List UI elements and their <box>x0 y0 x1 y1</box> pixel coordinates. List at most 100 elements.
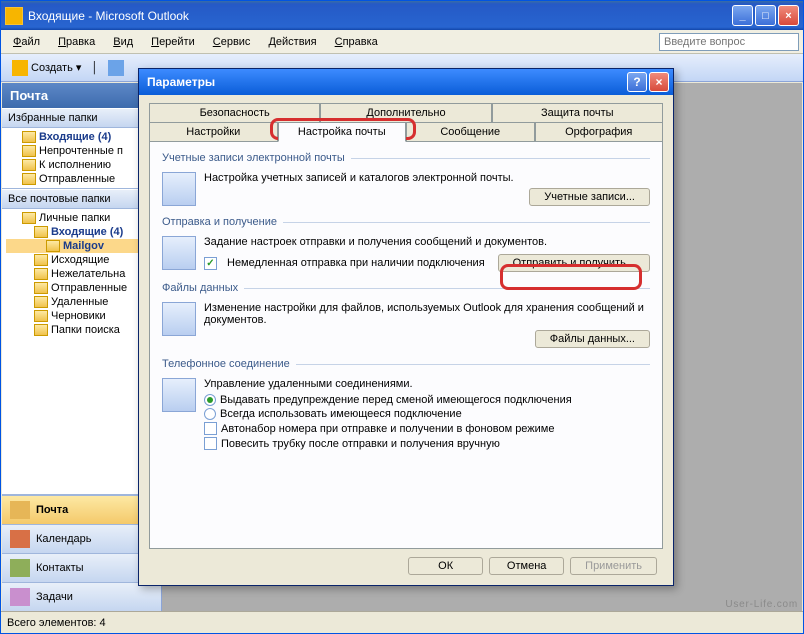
tab-advanced[interactable]: Дополнительно <box>320 103 491 123</box>
group-dialup: Телефонное соединение Управление удаленн… <box>162 358 650 452</box>
hangup-checkbox[interactable] <box>204 437 217 450</box>
folder-sent[interactable]: Отправленные <box>6 281 157 295</box>
folder-sent-fav[interactable]: Отправленные <box>6 172 157 186</box>
tasks-icon <box>10 588 30 606</box>
nav-tasks-button[interactable]: Задачи <box>2 582 161 611</box>
folder-drafts[interactable]: Черновики <box>6 309 157 323</box>
tab-security[interactable]: Безопасность <box>149 103 320 123</box>
folder-icon <box>22 212 36 224</box>
warn-switch-radio[interactable] <box>204 394 216 406</box>
dialog-titlebar[interactable]: Параметры ? × <box>139 69 673 95</box>
folder-search[interactable]: Папки поиска <box>6 323 157 337</box>
dialog-help-button[interactable]: ? <box>627 72 647 92</box>
accounts-icon <box>162 172 196 206</box>
autodial-checkbox[interactable] <box>204 422 217 435</box>
contacts-icon <box>10 559 30 577</box>
folder-outbox[interactable]: Исходящие <box>6 253 157 267</box>
menu-tools[interactable]: Сервис <box>205 33 259 51</box>
toolbar-print-button[interactable] <box>101 57 131 79</box>
cancel-button[interactable]: Отмена <box>489 557 564 575</box>
minimize-button[interactable]: _ <box>732 5 753 26</box>
folder-unread[interactable]: Непрочтенные п <box>6 144 157 158</box>
folder-icon <box>34 324 48 336</box>
sendrecv-description: Задание настроек отправки и получения со… <box>204 236 650 248</box>
titlebar[interactable]: Входящие - Microsoft Outlook _ □ × <box>1 1 803 30</box>
toolbar-create-button[interactable]: Создать ▾ <box>5 57 88 79</box>
immediate-send-label: Немедленная отправка при наличии подключ… <box>227 257 488 269</box>
sendrecv-icon <box>162 236 196 270</box>
folder-inbox[interactable]: Входящие (4) <box>6 225 157 239</box>
print-icon <box>108 60 124 76</box>
ask-question-box[interactable] <box>659 33 799 51</box>
tab-spelling[interactable]: Орфография <box>535 122 664 142</box>
folder-icon <box>34 282 48 294</box>
folder-icon <box>34 310 48 322</box>
folder-icon <box>34 254 48 266</box>
status-item-count: Всего элементов: 4 <box>7 617 106 629</box>
tabs-row-top: Безопасность Дополнительно Защита почты <box>149 103 663 123</box>
group-send-receive: Отправка и получение Задание настроек от… <box>162 216 650 272</box>
new-mail-icon <box>12 60 28 76</box>
immediate-send-checkbox[interactable]: ✓ <box>204 257 217 270</box>
window-title: Входящие - Microsoft Outlook <box>28 9 732 23</box>
tab-mail-protection[interactable]: Защита почты <box>492 103 663 123</box>
folder-inbox-fav[interactable]: Входящие (4) <box>6 130 157 144</box>
dialup-icon <box>162 378 196 412</box>
folder-followup[interactable]: К исполнению <box>6 158 157 172</box>
folder-personal[interactable]: Личные папки <box>6 211 157 225</box>
menu-edit[interactable]: Правка <box>50 33 103 51</box>
folder-icon <box>34 226 48 238</box>
folder-icon <box>22 159 36 171</box>
email-accounts-button[interactable]: Учетные записи... <box>529 188 650 206</box>
folder-junk[interactable]: Нежелательна <box>6 267 157 281</box>
accounts-description: Настройка учетных записей и каталогов эл… <box>204 172 650 184</box>
tabs-row-bottom: Настройки Настройка почты Сообщение Орфо… <box>149 122 663 142</box>
folder-icon <box>34 296 48 308</box>
ok-button[interactable]: ОК <box>408 557 483 575</box>
dialog-close-button[interactable]: × <box>649 72 669 92</box>
menu-view[interactable]: Вид <box>105 33 141 51</box>
maximize-button[interactable]: □ <box>755 5 776 26</box>
toolbar-separator: │ <box>91 62 98 74</box>
menu-file[interactable]: Файл <box>5 33 48 51</box>
folder-icon <box>34 268 48 280</box>
group-title-sendrecv: Отправка и получение <box>162 216 650 230</box>
always-use-label: Всегда использовать имеющееся подключени… <box>220 408 462 420</box>
watermark: User-Life.com <box>725 599 798 610</box>
folder-icon <box>46 240 60 252</box>
dialog-buttons: ОК Отмена Применить <box>149 549 663 585</box>
tab-mail-setup[interactable]: Настройка почты <box>278 122 407 142</box>
send-receive-button[interactable]: Отправить и получить... <box>498 254 650 272</box>
group-data-files: Файлы данных Изменение настройки для фай… <box>162 282 650 348</box>
tab-message[interactable]: Сообщение <box>406 122 535 142</box>
toolbar-create-label: Создать <box>31 62 73 74</box>
calendar-icon <box>10 530 30 548</box>
autodial-label: Автонабор номера при отправке и получени… <box>221 423 555 435</box>
mail-icon <box>10 501 30 519</box>
tab-page-mail-setup: Учетные записи электронной почты Настрой… <box>149 142 663 549</box>
dialup-description: Управление удаленными соединениями. <box>204 378 650 390</box>
folder-deleted[interactable]: Удаленные <box>6 295 157 309</box>
options-dialog: Параметры ? × Безопасность Дополнительно… <box>138 68 674 586</box>
warn-switch-label: Выдавать предупреждение перед сменой име… <box>220 394 572 406</box>
dialog-title: Параметры <box>143 75 627 89</box>
data-files-button[interactable]: Файлы данных... <box>535 330 650 348</box>
menu-goto[interactable]: Перейти <box>143 33 203 51</box>
group-title-accounts: Учетные записи электронной почты <box>162 152 650 166</box>
close-button[interactable]: × <box>778 5 799 26</box>
group-title-dialup: Телефонное соединение <box>162 358 650 372</box>
folder-mailgov[interactable]: Mailgov <box>6 239 157 253</box>
always-use-radio[interactable] <box>204 408 216 420</box>
ask-question-input[interactable] <box>659 33 799 51</box>
menu-actions[interactable]: Действия <box>260 33 324 51</box>
hangup-label: Повесить трубку после отправки и получен… <box>221 438 500 450</box>
group-title-datafiles: Файлы данных <box>162 282 650 296</box>
chevron-down-icon: ▾ <box>76 61 82 74</box>
folder-icon <box>22 173 36 185</box>
menu-help[interactable]: Справка <box>327 33 386 51</box>
app-icon <box>5 7 23 25</box>
tab-preferences[interactable]: Настройки <box>149 122 278 142</box>
statusbar: Всего элементов: 4 <box>1 611 803 633</box>
folder-icon <box>22 131 36 143</box>
apply-button[interactable]: Применить <box>570 557 657 575</box>
